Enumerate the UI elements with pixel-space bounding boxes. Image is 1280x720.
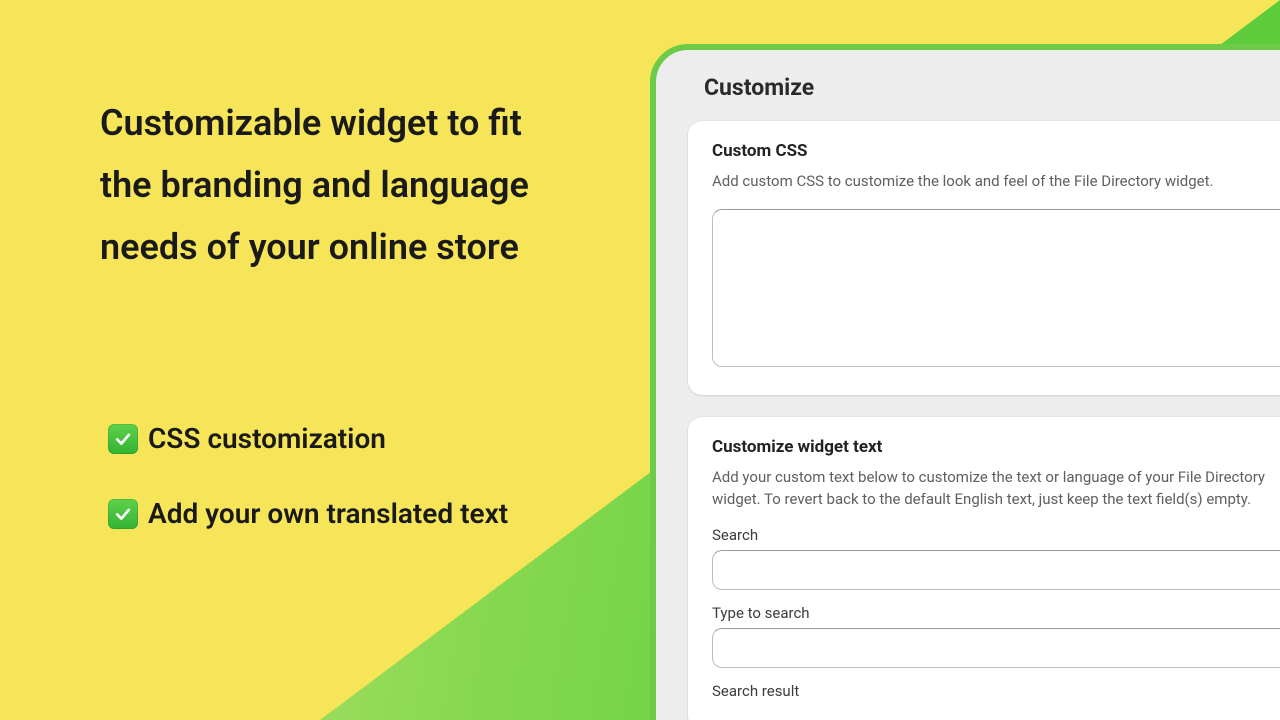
- custom-text-heading: Customize widget text: [712, 437, 1280, 457]
- custom-text-card: Customize widget text Add your custom te…: [688, 417, 1280, 720]
- search-input[interactable]: [712, 550, 1280, 590]
- search-label: Search: [712, 526, 1280, 544]
- custom-text-description: Add your custom text below to customize …: [712, 467, 1280, 511]
- custom-css-input[interactable]: [712, 209, 1280, 367]
- search-result-label: Search result: [712, 682, 1280, 700]
- custom-css-heading: Custom CSS: [712, 141, 1280, 161]
- marketing-bullets: CSS customization Add your own translate…: [108, 422, 578, 572]
- custom-css-description: Add custom CSS to customize the look and…: [712, 171, 1280, 193]
- custom-css-card: Custom CSS Add custom CSS to customize t…: [688, 121, 1280, 395]
- bullet-css-customization: CSS customization: [108, 422, 578, 455]
- type-to-search-input[interactable]: [712, 628, 1280, 668]
- check-icon: [108, 424, 138, 454]
- bullet-translated-text: Add your own translated text: [108, 497, 578, 530]
- bullet-label: CSS customization: [148, 422, 386, 455]
- customize-panel: Customize Custom CSS Add custom CSS to c…: [650, 44, 1280, 720]
- check-icon: [108, 499, 138, 529]
- marketing-headline: Customizable widget to fit the branding …: [100, 92, 560, 278]
- bullet-label: Add your own translated text: [148, 497, 508, 530]
- page-title: Customize: [688, 74, 1280, 101]
- type-to-search-label: Type to search: [712, 604, 1280, 622]
